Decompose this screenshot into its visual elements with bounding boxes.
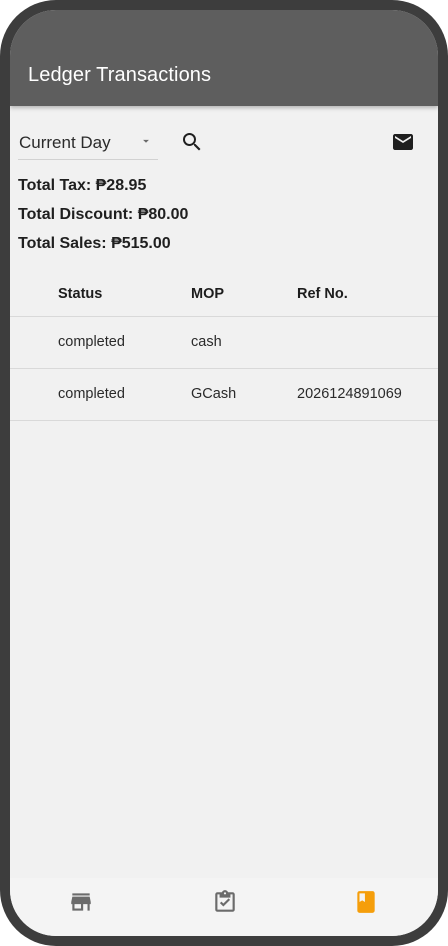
book-icon[interactable] [353, 889, 379, 915]
table-row[interactable]: completed GCash 2026124891069 [10, 369, 438, 421]
bottom-navigation [10, 878, 438, 936]
clipboard-check-icon[interactable] [212, 889, 238, 915]
search-icon[interactable] [180, 130, 204, 154]
total-tax: Total Tax: ₱28.95 [18, 177, 147, 194]
page-title: Ledger Transactions [28, 64, 212, 86]
phone-frame: Ledger Transactions Current Day Total Ta… [0, 0, 448, 946]
total-discount: Total Discount: ₱80.00 [18, 206, 189, 223]
store-icon[interactable] [68, 889, 94, 915]
header-status[interactable]: Status [58, 286, 102, 302]
cell-mop: GCash [191, 386, 237, 402]
cell-mop: cash [191, 334, 222, 350]
total-sales: Total Sales: ₱515.00 [18, 235, 171, 252]
table-row[interactable]: completed cash [10, 317, 438, 369]
period-dropdown[interactable]: Current Day [18, 126, 158, 160]
transactions-table: Status MOP Ref No. completed cash comple… [10, 272, 438, 421]
totals-summary: Total Tax: ₱28.95 Total Discount: ₱80.00… [18, 176, 188, 263]
dropdown-caret-icon [143, 139, 149, 143]
app-screen: Ledger Transactions Current Day Total Ta… [10, 10, 438, 936]
filter-toolbar: Current Day [10, 122, 438, 170]
header-ref-no[interactable]: Ref No. [297, 286, 348, 302]
period-value: Current Day [19, 133, 111, 152]
table-header: Status MOP Ref No. [10, 272, 438, 317]
app-bar: Ledger Transactions [10, 10, 438, 106]
cell-status: completed [58, 334, 125, 350]
cell-ref-no: 2026124891069 [297, 386, 402, 402]
cell-status: completed [58, 386, 125, 402]
header-mop[interactable]: MOP [191, 286, 224, 302]
mail-icon[interactable] [390, 130, 416, 154]
